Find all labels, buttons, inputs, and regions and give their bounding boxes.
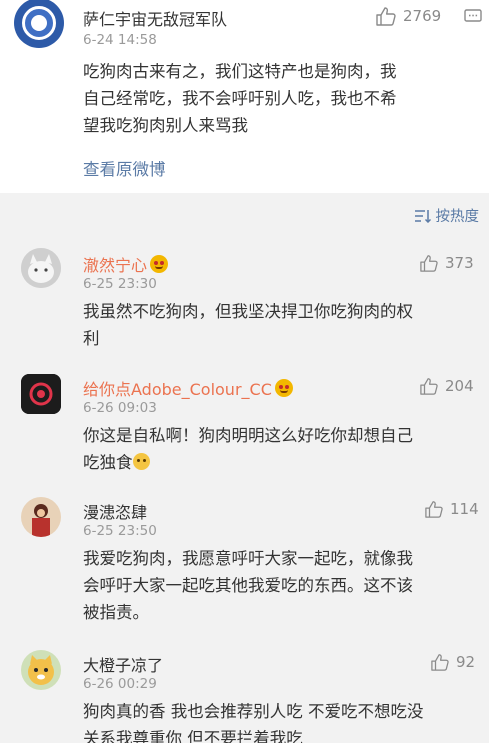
commenter-avatar[interactable]: [21, 248, 61, 288]
post-author-name[interactable]: 萨仁宇宙无敌冠军队: [83, 6, 227, 30]
view-original-link[interactable]: 查看原微博: [83, 156, 166, 180]
comment-like-count: 114: [450, 500, 479, 518]
post-content: 吃狗肉古来有之，我们这特产也是狗肉，我 自己经常吃，我不会呼吁别人吃，我也不希 …: [83, 58, 397, 139]
post-like-count: 2769: [403, 7, 442, 25]
commenter-name[interactable]: 漫漶恣肆: [83, 499, 147, 523]
thumbs-up-icon: [376, 7, 396, 26]
commenter-name-text: 给你点Adobe_Colour_CC: [83, 380, 272, 399]
commenter-name[interactable]: 澈然宁心: [83, 252, 169, 276]
post-time: 6-24 14:58: [83, 32, 157, 48]
comment-like-count: 92: [456, 653, 476, 671]
thumbs-up-icon: [431, 654, 449, 671]
comment-text: 狗肉真的香 我也会推荐别人吃 不爱吃不想吃没 关系我尊重你 但不要拦着我吃: [83, 698, 424, 743]
post-like-button[interactable]: 2769: [375, 6, 441, 26]
sort-label: 按热度: [435, 209, 480, 225]
comment-line-text: 吃独食: [83, 453, 133, 472]
thumbs-up-icon: [420, 378, 438, 395]
comment-icon[interactable]: [464, 9, 482, 23]
comment-text: 你这是自私啊！狗肉明明这么好吃你却想自己 吃独食: [83, 422, 413, 476]
comment-line: 会呼吁大家一起吃其他我爱吃的东西。这不该: [83, 576, 413, 595]
commenter-name[interactable]: 给你点Adobe_Colour_CC: [83, 376, 293, 400]
main-post: 萨仁宇宙无敌冠军队 6-24 14:58 2769 吃狗肉古来有之，我们这特产也…: [0, 0, 489, 193]
sort-icon: [414, 209, 431, 223]
post-content-line: 吃狗肉古来有之，我们这特产也是狗肉，我: [83, 62, 397, 81]
post-content-line: 望我吃狗肉别人来骂我: [83, 116, 248, 135]
emoji-icon: [132, 453, 150, 470]
comment-line: 吃独食: [83, 449, 413, 476]
comment-line: 被指责。: [83, 603, 149, 622]
comment-like-button[interactable]: 373: [419, 254, 474, 272]
comment-line: 利: [83, 329, 100, 348]
vip-badge-icon: [150, 255, 169, 273]
comment-time: 6-25 23:30: [83, 276, 157, 292]
comment-line: 关系我尊重你 但不要拦着我吃: [83, 729, 303, 743]
comment-time: 6-25 23:50: [83, 523, 157, 539]
comment-text: 我虽然不吃狗肉，但我坚决捍卫你吃狗肉的权 利: [83, 298, 413, 352]
comment-like-count: 373: [445, 254, 474, 272]
thumbs-up-icon: [420, 255, 438, 272]
comment-line: 我虽然不吃狗肉，但我坚决捍卫你吃狗肉的权: [83, 302, 413, 321]
commenter-avatar[interactable]: [21, 374, 61, 414]
post-author-avatar[interactable]: [14, 0, 64, 48]
commenter-avatar[interactable]: [21, 497, 61, 537]
comment-like-button[interactable]: 204: [419, 377, 474, 395]
vip-badge-icon: [274, 379, 293, 397]
comment-line: 狗肉真的香 我也会推荐别人吃 不爱吃不想吃没: [83, 702, 424, 721]
thumbs-up-icon: [425, 501, 443, 518]
commenter-avatar[interactable]: [21, 650, 61, 690]
comment-like-button[interactable]: 114: [424, 500, 479, 518]
sort-toggle[interactable]: 按热度: [414, 205, 480, 226]
commenter-name-text: 澈然宁心: [83, 256, 148, 275]
comment-time: 6-26 09:03: [83, 400, 157, 416]
post-content-line: 自己经常吃，我不会呼吁别人吃，我也不希: [83, 89, 397, 108]
comment-like-button[interactable]: 92: [430, 653, 475, 671]
comment-line: 我爱吃狗肉，我愿意呼吁大家一起吃，就像我: [83, 549, 413, 568]
comment-time: 6-26 00:29: [83, 676, 157, 692]
commenter-name[interactable]: 大橙子凉了: [83, 652, 163, 676]
comment-like-count: 204: [445, 377, 474, 395]
comment-line: 你这是自私啊！狗肉明明这么好吃你却想自己: [83, 426, 413, 445]
comment-text: 我爱吃狗肉，我愿意呼吁大家一起吃，就像我 会呼吁大家一起吃其他我爱吃的东西。这不…: [83, 545, 413, 626]
